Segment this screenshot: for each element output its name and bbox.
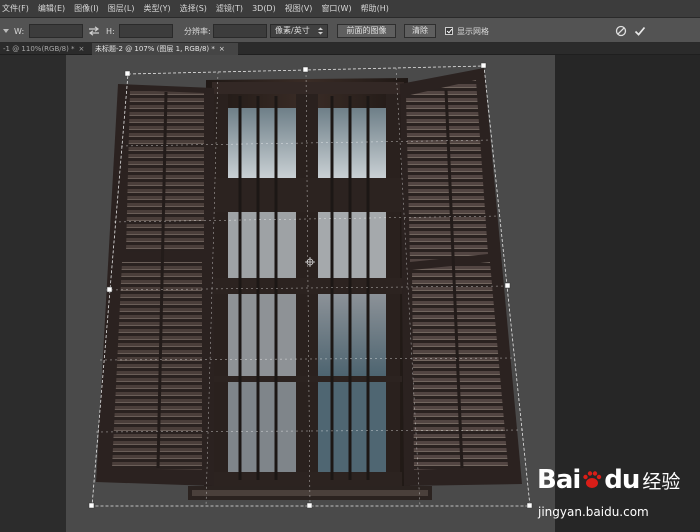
- width-field[interactable]: [29, 24, 83, 38]
- front-image-button[interactable]: 前面的图像: [337, 24, 396, 38]
- glass-pane: [226, 380, 296, 472]
- menu-item[interactable]: 窗口(W): [321, 0, 351, 17]
- tab-document-1[interactable]: -1 @ 110%(RGB/8) * ×: [0, 43, 90, 55]
- resolution-field[interactable]: [213, 24, 267, 38]
- commit-transform-icon[interactable]: [633, 23, 647, 39]
- chevron-updown-icon: [318, 27, 323, 35]
- resolution-unit-value: 像素/英寸: [275, 26, 310, 35]
- close-icon[interactable]: ×: [79, 45, 85, 53]
- menu-item[interactable]: 图层(L): [108, 0, 135, 17]
- clear-button[interactable]: 清除: [404, 24, 436, 38]
- watermark-logo-text: Bai: [537, 465, 581, 495]
- tab-label: -1 @ 110%(RGB/8) *: [3, 45, 75, 53]
- menu-item[interactable]: 3D(D): [252, 0, 276, 17]
- menu-item[interactable]: 帮助(H): [361, 0, 389, 17]
- tab-document-2[interactable]: 未标题-2 @ 107% (图层 1, RGB/8) * ×: [92, 43, 238, 55]
- glass-pane: [226, 294, 296, 376]
- glass-pane: [318, 380, 388, 472]
- height-field[interactable]: [119, 24, 173, 38]
- glass-pane: [318, 108, 386, 178]
- menu-bar: 文件(F) 编辑(E) 图像(I) 图层(L) 类型(Y) 选择(S) 滤镜(T) 3D(D)…: [0, 0, 700, 17]
- tab-label: 未标题-2 @ 107% (图层 1, RGB/8) *: [95, 45, 215, 53]
- paw-icon: [583, 471, 602, 488]
- baidu-watermark-logo: Bai du 经验: [537, 459, 680, 501]
- glass-pane: [228, 212, 296, 278]
- glass-pane: [228, 108, 296, 178]
- watermark-logo-suffix: du: [604, 465, 640, 495]
- menu-item[interactable]: 选择(S): [180, 0, 207, 17]
- width-label: W:: [14, 26, 25, 36]
- show-grid-checkbox[interactable]: [445, 27, 453, 35]
- menu-item[interactable]: 类型(Y): [143, 0, 170, 17]
- close-icon[interactable]: ×: [219, 45, 225, 53]
- menu-item[interactable]: 滤镜(T): [216, 0, 243, 17]
- baidu-watermark-url: jingyan.baidu.com: [538, 505, 649, 519]
- menu-item[interactable]: 视图(V): [285, 0, 313, 17]
- cancel-transform-icon[interactable]: [614, 23, 628, 39]
- menu-item[interactable]: 图像(I): [74, 0, 99, 17]
- glass-pane: [318, 212, 386, 278]
- menu-item[interactable]: 编辑(E): [38, 0, 65, 17]
- resolution-label: 分辨率:: [184, 26, 211, 36]
- workspace: Bai du 经验 jingyan.baidu.com: [0, 55, 700, 532]
- photoshop-window: 文件(F) 编辑(E) 图像(I) 图层(L) 类型(Y) 选择(S) 滤镜(T) 3D(D)…: [0, 0, 700, 532]
- watermark-logo-cn: 经验: [642, 470, 681, 493]
- height-label: H:: [106, 26, 115, 36]
- show-grid-label: 显示网格: [457, 26, 489, 36]
- options-bar: W: H: 分辨率: 像素/英寸 前面的图像 清除 显示网格: [0, 17, 700, 43]
- tool-preset-arrow-icon[interactable]: [3, 18, 9, 44]
- swap-dimensions-icon[interactable]: [88, 18, 100, 44]
- glass-pane: [318, 294, 388, 376]
- menu-item[interactable]: 文件(F): [2, 0, 29, 17]
- document-tab-bar: -1 @ 110%(RGB/8) * × 未标题-2 @ 107% (图层 1, …: [0, 43, 700, 55]
- resolution-unit-select[interactable]: 像素/英寸: [270, 24, 328, 38]
